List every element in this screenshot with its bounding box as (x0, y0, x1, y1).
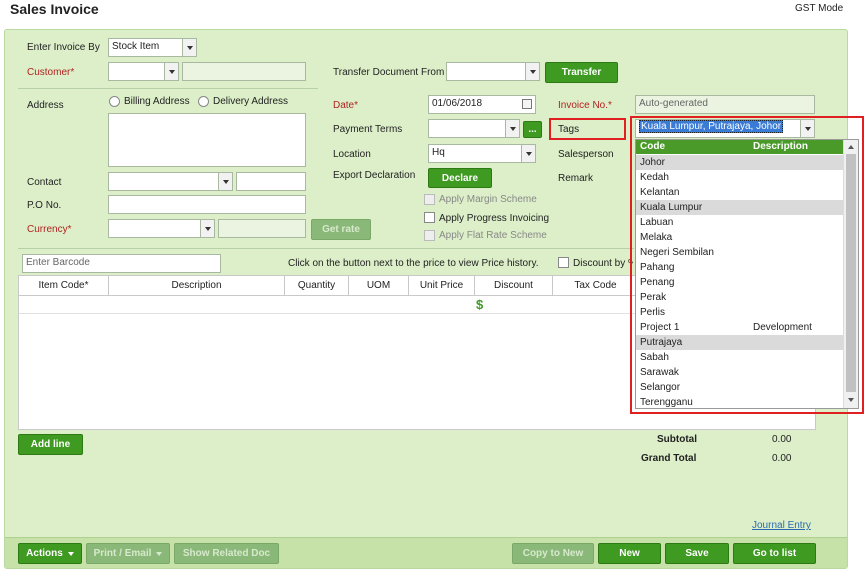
contact-label: Contact (27, 177, 62, 188)
tags-dropdown-highlight (630, 116, 864, 414)
discount-percent-checkbox[interactable] (558, 257, 569, 268)
barcode-input[interactable]: Enter Barcode (22, 254, 221, 273)
chevron-down-icon (200, 220, 214, 237)
po-input[interactable] (108, 195, 306, 214)
contact-select[interactable] (108, 172, 233, 191)
location-label: Location (333, 149, 371, 160)
col-tax-code[interactable]: Tax Code (553, 276, 639, 296)
billing-address-label: Billing Address (124, 96, 190, 107)
chevron-down-icon (182, 39, 196, 56)
add-line-button[interactable]: Add line (18, 434, 83, 455)
subtotal-label: Subtotal (657, 434, 697, 445)
go-to-list-button[interactable]: Go to list (733, 543, 816, 564)
location-value: Hq (432, 147, 445, 158)
col-quantity[interactable]: Quantity (285, 276, 349, 296)
enter-invoice-by-value: Stock Item (112, 41, 160, 52)
caret-down-icon (156, 551, 163, 556)
show-related-doc-button[interactable]: Show Related Doc (174, 543, 279, 564)
customer-label: Customer* (27, 67, 75, 78)
chevron-down-icon (164, 63, 178, 80)
tags-label-highlight (549, 118, 626, 140)
chevron-down-icon (218, 173, 232, 190)
apply-margin-label: Apply Margin Scheme (439, 194, 537, 205)
date-label: Date* (333, 100, 359, 111)
calendar-icon[interactable] (522, 99, 532, 109)
apply-margin-checkbox[interactable] (424, 194, 435, 205)
invoice-no-placeholder: Auto-generated (639, 98, 708, 109)
po-label: P.O No. (27, 200, 62, 211)
price-history-hint: Click on the button next to the price to… (288, 258, 539, 269)
actions-button[interactable]: Actions (18, 543, 82, 564)
address-textarea[interactable] (108, 113, 306, 167)
col-description[interactable]: Description (109, 276, 285, 296)
journal-entry-link[interactable]: Journal Entry (752, 520, 811, 531)
transfer-button[interactable]: Transfer (545, 62, 618, 83)
location-select[interactable]: Hq (428, 144, 536, 163)
delivery-address-radio[interactable] (198, 96, 209, 107)
currency-label: Currency* (27, 224, 72, 235)
payment-terms-select[interactable] (428, 119, 520, 138)
divider (18, 88, 318, 89)
gst-mode-label: GST Mode (795, 3, 844, 14)
enter-invoice-by-select[interactable]: Stock Item (108, 38, 197, 57)
grand-total-value: 0.00 (772, 453, 792, 464)
export-declaration-label: Export Declaration (333, 170, 416, 181)
discount-percent-label: Discount by % (573, 258, 633, 269)
barcode-placeholder: Enter Barcode (26, 257, 90, 268)
print-email-label: Print / Email (93, 548, 152, 559)
grand-total-label: Grand Total (641, 453, 697, 464)
contact-phone-field[interactable] (236, 172, 306, 191)
divider (18, 248, 634, 249)
customer-name-field (182, 62, 306, 81)
col-uom[interactable]: UOM (349, 276, 409, 296)
actions-label: Actions (26, 548, 63, 559)
save-button[interactable]: Save (665, 543, 729, 564)
col-unit-price[interactable]: Unit Price (409, 276, 475, 296)
apply-progress-checkbox[interactable] (424, 212, 435, 223)
copy-to-new-button[interactable]: Copy to New (512, 543, 594, 564)
remark-label: Remark (558, 173, 594, 184)
delivery-address-label: Delivery Address (213, 96, 289, 107)
payment-terms-more-button[interactable]: ... (523, 121, 542, 138)
print-email-button[interactable]: Print / Email (86, 543, 170, 564)
transfer-from-label: Transfer Document From (333, 67, 445, 78)
payment-terms-label: Payment Terms (333, 124, 403, 135)
caret-down-icon (67, 551, 74, 556)
salesperson-label: Salesperson (558, 149, 614, 160)
date-input[interactable]: 01/06/2018 (428, 95, 536, 114)
dollar-icon[interactable]: $ (476, 297, 483, 312)
declare-button[interactable]: Declare (428, 168, 492, 188)
invoice-no-input[interactable]: Auto-generated (635, 95, 815, 114)
invoice-no-label: Invoice No.* (558, 100, 612, 111)
exchange-rate-field (218, 219, 306, 238)
new-button[interactable]: New (598, 543, 661, 564)
subtotal-value: 0.00 (772, 434, 792, 445)
address-label: Address (27, 100, 64, 111)
get-rate-button[interactable]: Get rate (311, 219, 371, 240)
chevron-down-icon (521, 145, 535, 162)
chevron-down-icon (505, 120, 519, 137)
enter-invoice-by-label: Enter Invoice By (27, 42, 100, 53)
transfer-from-select[interactable] (446, 62, 540, 81)
col-discount[interactable]: Discount (475, 276, 553, 296)
col-item-code[interactable]: Item Code* (19, 276, 109, 296)
page-title: Sales Invoice (10, 1, 99, 17)
apply-progress-label: Apply Progress Invoicing (439, 213, 550, 224)
apply-flat-rate-checkbox[interactable] (424, 230, 435, 241)
apply-flat-rate-label: Apply Flat Rate Scheme (439, 230, 547, 241)
billing-address-radio[interactable] (109, 96, 120, 107)
customer-select[interactable] (108, 62, 179, 81)
currency-select[interactable] (108, 219, 215, 238)
chevron-down-icon (525, 63, 539, 80)
date-value: 01/06/2018 (432, 98, 483, 109)
